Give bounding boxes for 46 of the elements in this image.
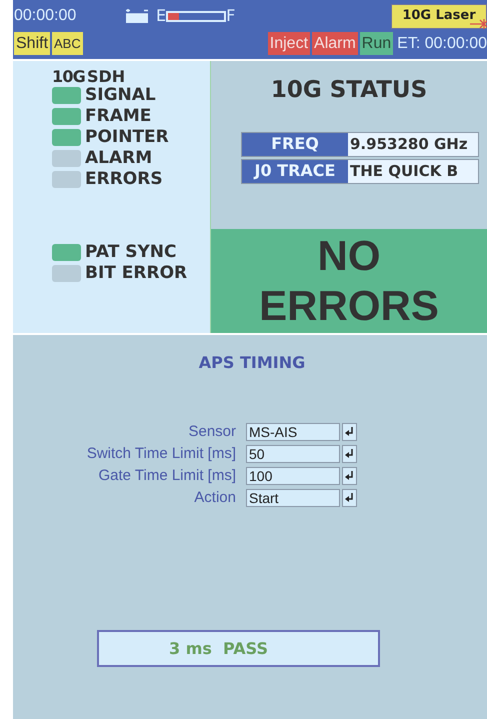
clock-text: 00:00:00: [14, 6, 78, 26]
led-label: BIT ERROR: [85, 265, 188, 282]
led-label: ERRORS: [85, 171, 163, 188]
enter-button[interactable]: [342, 467, 357, 485]
mode-badge: Shift: [14, 32, 50, 55]
param-label: Sensor: [187, 422, 237, 442]
status-indicator: Inject: [268, 32, 310, 55]
elapsed-time: ET: 00:00:00: [397, 34, 487, 54]
param-field[interactable]: Start: [246, 489, 340, 507]
status-indicator: Run: [360, 32, 394, 55]
led-label: PAT SYNC: [85, 244, 177, 261]
enter-button[interactable]: [342, 423, 357, 441]
mode-badge: ABC: [52, 32, 83, 55]
field-label: J0 TRACE: [242, 160, 348, 182]
laser-badge: 10G Laser: [391, 4, 487, 28]
field-value: 9.953280 GHz: [348, 132, 478, 156]
param-label: Gate Time Limit [ms]: [97, 466, 237, 486]
gauge-full-label: F: [226, 8, 236, 24]
enter-icon: [345, 471, 354, 481]
aps-result-text: 3 ms PASS: [168, 638, 268, 660]
enter-button[interactable]: [342, 489, 357, 507]
param-field[interactable]: MS-AIS: [246, 423, 340, 441]
gauge-empty-label: E: [156, 8, 166, 24]
enter-icon: [345, 493, 354, 503]
result-text: ERRORS: [259, 281, 439, 331]
enter-icon: [345, 449, 354, 459]
param-field[interactable]: 100: [246, 467, 340, 485]
field-value: THE QUICK B: [348, 160, 478, 182]
led-label: ALARM: [85, 150, 152, 167]
result-text: NO: [318, 231, 380, 281]
enter-button[interactable]: [342, 445, 357, 463]
status-indicator: Alarm: [312, 32, 358, 55]
param-field[interactable]: 50: [246, 445, 340, 463]
field-label: FREQ: [242, 132, 348, 156]
panel-title: SDH: [87, 69, 126, 85]
param-label: Action: [193, 488, 237, 508]
section-title: APS TIMING: [198, 352, 306, 374]
status-title: 10G STATUS: [270, 76, 428, 105]
led-label: SIGNAL: [85, 87, 156, 104]
led-label: POINTER: [85, 129, 169, 146]
led-label: FRAME: [85, 108, 152, 125]
enter-icon: [345, 427, 354, 437]
laser-beam-icon: [470, 18, 487, 30]
battery-icon: [126, 9, 148, 23]
rate-label: 10G: [52, 69, 85, 85]
param-label: Switch Time Limit [ms]: [86, 444, 237, 464]
